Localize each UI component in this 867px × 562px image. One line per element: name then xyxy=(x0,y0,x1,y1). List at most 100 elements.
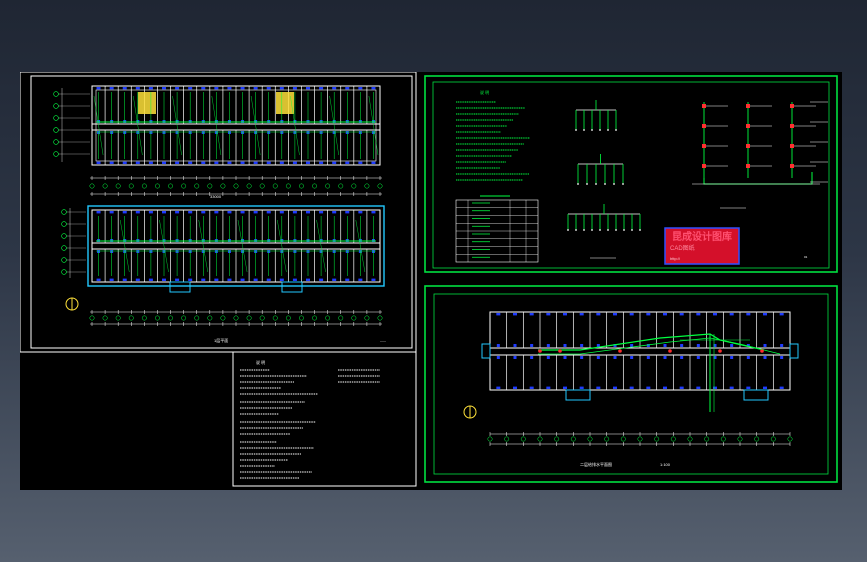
riser-end xyxy=(586,183,588,185)
window-fixture xyxy=(746,386,751,389)
window-fixture xyxy=(319,278,324,281)
window-fixture xyxy=(162,161,166,164)
axis-bubble xyxy=(554,436,560,442)
system-notes-heading: 说 明 xyxy=(480,89,489,95)
sink-fixture xyxy=(646,356,650,359)
window-fixture xyxy=(613,386,617,389)
window-fixture xyxy=(214,211,219,214)
sink-fixture xyxy=(580,344,584,347)
notes-heading: 说 明 xyxy=(256,359,265,365)
axis-bubble xyxy=(620,436,626,442)
axis-bubble xyxy=(102,315,108,321)
window-fixture xyxy=(596,386,601,389)
sink-fixture xyxy=(663,356,667,359)
window-fixture xyxy=(214,161,219,164)
window-fixture xyxy=(729,313,734,316)
window-fixture xyxy=(148,211,153,214)
window-fixture xyxy=(358,278,363,281)
collector-pipe xyxy=(703,172,813,185)
window-fixture xyxy=(188,211,193,214)
axis-bubble xyxy=(272,315,278,321)
window-fixture xyxy=(319,87,324,90)
riser-end xyxy=(599,129,601,131)
sink-fixture xyxy=(763,356,767,359)
axis-bubble xyxy=(338,183,344,189)
lower-dimension-line xyxy=(89,310,383,326)
cad-drawing-canvas[interactable]: 33000 1层平面 —— 说 明 说 明 昆成设计图库 CAD图纸 http:… xyxy=(20,72,842,490)
valve-marker xyxy=(538,349,542,353)
stair-hatch-left xyxy=(138,92,156,114)
window-fixture xyxy=(332,161,337,164)
axis-bubble xyxy=(102,183,108,189)
left-axis-bubbles-top xyxy=(53,88,90,278)
window-fixture xyxy=(201,278,206,281)
axis-bubble xyxy=(141,183,147,189)
axis-bubble xyxy=(285,315,291,321)
riser-end xyxy=(599,229,601,231)
window-fixture xyxy=(253,87,258,90)
right-dimension-line xyxy=(487,432,793,446)
window-fixture xyxy=(496,386,501,389)
window-fixture xyxy=(266,87,271,90)
axis-bubble xyxy=(654,436,660,442)
axis-bubble xyxy=(687,436,693,442)
window-fixture xyxy=(613,313,617,316)
window-fixture xyxy=(713,386,717,389)
axis-bubble xyxy=(637,436,643,442)
riser-diagrams xyxy=(567,100,641,259)
axis-bubble xyxy=(325,315,331,321)
window-fixture xyxy=(240,278,245,281)
axis-bubble xyxy=(504,436,510,442)
window-fixture xyxy=(629,386,634,389)
window-fixture xyxy=(646,313,651,316)
window-fixture xyxy=(122,278,127,281)
cad-model-viewport[interactable]: 33000 1层平面 —— 说 明 说 明 昆成设计图库 CAD图纸 http:… xyxy=(20,72,842,490)
sink-fixture xyxy=(580,356,584,359)
axis-bubble xyxy=(89,183,95,189)
window-fixture xyxy=(746,313,751,316)
axis-bubble xyxy=(670,436,676,442)
axis-bubble xyxy=(115,315,121,321)
window-fixture xyxy=(122,211,127,214)
window-fixture xyxy=(496,313,501,316)
sheet-number-left: —— xyxy=(380,339,386,343)
window-fixture xyxy=(162,87,166,90)
window-fixture xyxy=(779,313,784,316)
window-fixture xyxy=(663,386,667,389)
axis-bubble xyxy=(53,103,59,109)
valve-icon xyxy=(746,124,750,128)
window-fixture xyxy=(109,211,114,214)
window-fixture xyxy=(371,161,376,164)
axis-bubble xyxy=(737,436,743,442)
axis-bubble xyxy=(128,183,134,189)
axis-bubble xyxy=(128,315,134,321)
axis-bubble xyxy=(168,315,173,321)
sink-fixture xyxy=(663,344,667,347)
window-fixture xyxy=(332,211,337,214)
window-fixture xyxy=(763,313,767,316)
window-fixture xyxy=(96,161,101,164)
valve-icon xyxy=(702,164,706,168)
sink-fixture xyxy=(613,356,617,359)
axis-bubble xyxy=(53,115,59,121)
axis-bubble xyxy=(787,436,793,442)
window-fixture xyxy=(109,87,114,90)
axis-bubble xyxy=(487,436,493,442)
window-fixture xyxy=(679,313,684,316)
axis-bubble xyxy=(61,221,67,227)
upper-dimension-line: 33000 xyxy=(89,176,383,199)
axis-bubble xyxy=(537,436,543,442)
valve-icon xyxy=(702,124,706,128)
axis-bubble xyxy=(233,315,239,321)
window-fixture xyxy=(345,87,350,90)
axis-bubble xyxy=(61,245,67,251)
axis-bubble xyxy=(53,91,59,97)
sink-fixture xyxy=(630,356,634,359)
window-fixture xyxy=(713,313,717,316)
axis-bubble xyxy=(338,315,344,321)
axis-bubble xyxy=(285,183,291,189)
riser-end xyxy=(583,129,585,131)
sink-fixture xyxy=(730,356,734,359)
window-fixture xyxy=(227,161,232,164)
sink-fixture xyxy=(546,344,550,347)
